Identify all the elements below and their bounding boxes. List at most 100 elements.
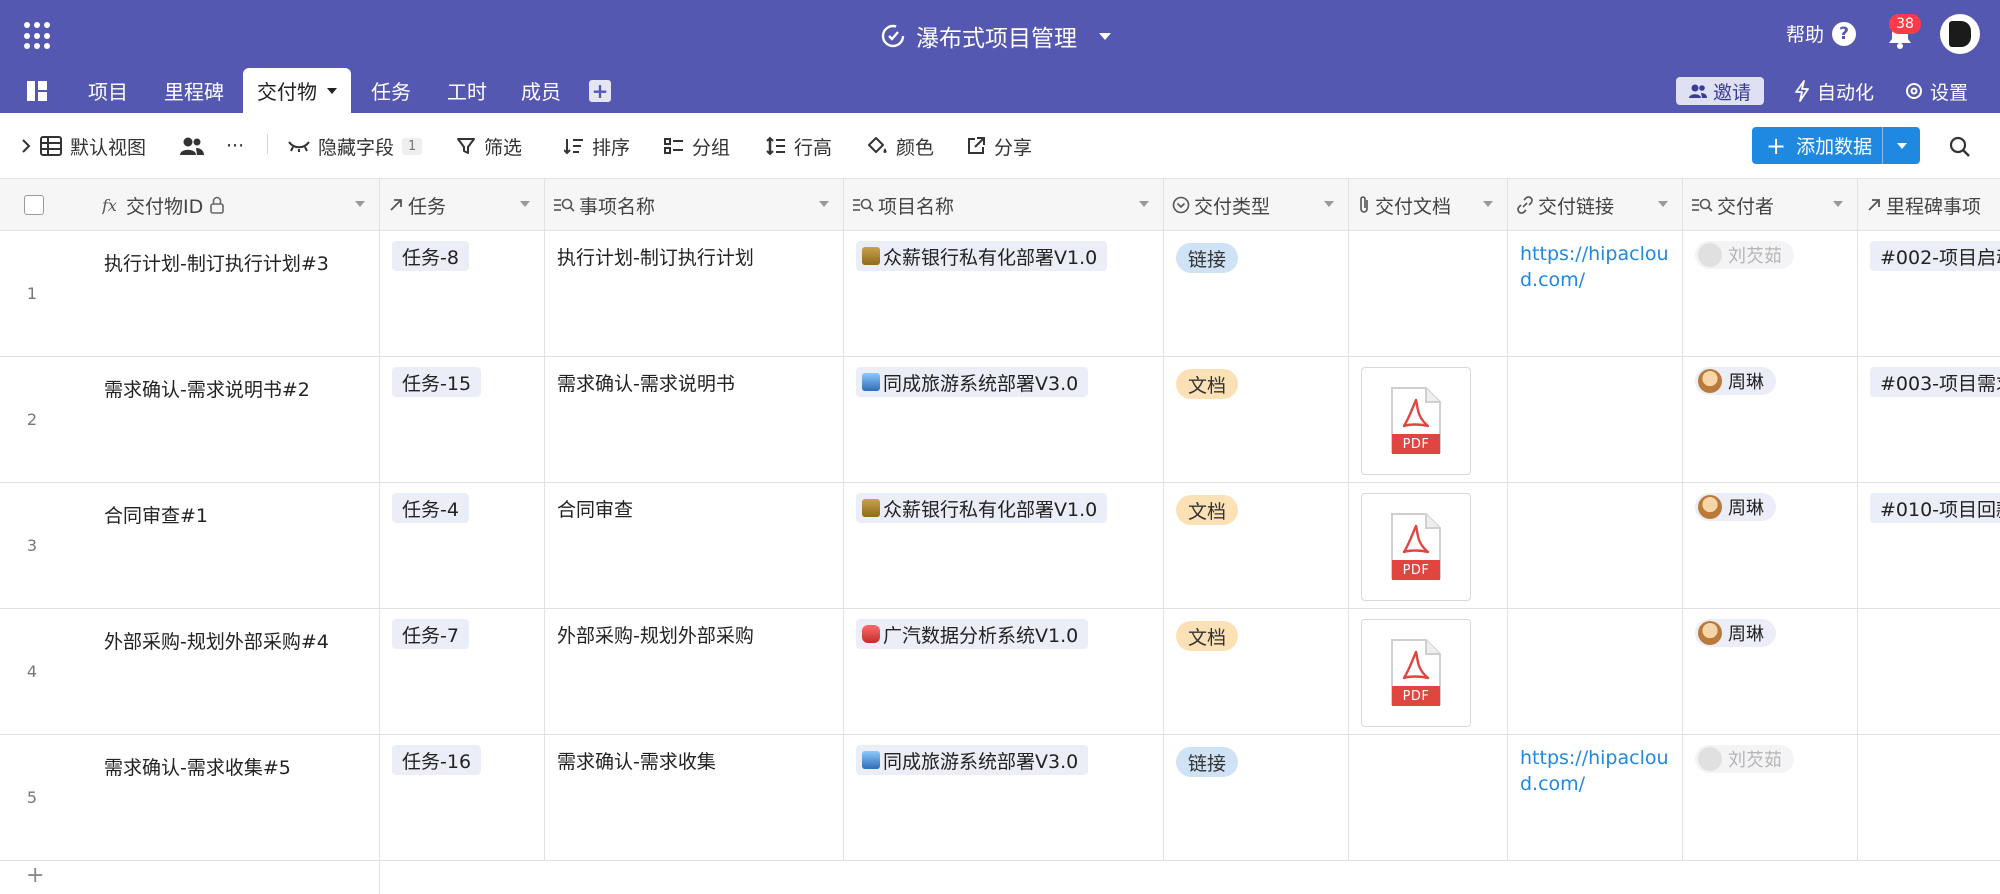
pdf-attachment[interactable]: PDF <box>1361 367 1471 475</box>
cell-deliverer[interactable]: 刘芡茹 <box>1683 735 1858 860</box>
cell-item-name[interactable]: 需求确认-需求说明书 <box>545 357 844 482</box>
cell-item-name[interactable]: 合同审查 <box>545 483 844 608</box>
person-chip[interactable]: 刘芡茹 <box>1695 745 1794 773</box>
cell-id[interactable]: 1 执行计划-制订执行计划#3 <box>0 231 380 356</box>
pdf-attachment[interactable]: PDF <box>1361 619 1471 727</box>
project-tag[interactable]: 同成旅游系统部署V3.0 <box>856 745 1089 775</box>
select-all-checkbox[interactable] <box>24 195 44 215</box>
table-row[interactable]: 1 执行计划-制订执行计划#3 任务-8 执行计划-制订执行计划 众薪银行私有化部署V1… <box>0 231 2000 357</box>
cell-delivery-doc[interactable]: PDF <box>1349 609 1508 734</box>
group-button[interactable]: 分组 <box>664 131 730 161</box>
column-menu-icon[interactable] <box>1483 201 1493 207</box>
cell-task[interactable]: 任务-7 <box>380 609 545 734</box>
cell-project-name[interactable]: 同成旅游系统部署V3.0 <box>844 357 1164 482</box>
cell-project-name[interactable]: 众薪银行私有化部署V1.0 <box>844 483 1164 608</box>
cell-project-name[interactable]: 同成旅游系统部署V3.0 <box>844 735 1164 860</box>
invite-button[interactable]: 邀请 <box>1676 77 1764 105</box>
search-icon[interactable] <box>1948 135 1972 159</box>
task-tag[interactable]: 任务-7 <box>392 619 469 649</box>
cell-project-name[interactable]: 广汽数据分析系统V1.0 <box>844 609 1164 734</box>
cell-id[interactable]: 5 需求确认-需求收集#5 <box>0 735 380 860</box>
row-height-button[interactable]: 行高 <box>766 131 832 161</box>
cell-delivery-link[interactable]: https://hipacloud.com/ <box>1508 231 1683 356</box>
cell-delivery-type[interactable]: 文档 <box>1164 357 1349 482</box>
color-button[interactable]: 颜色 <box>866 131 934 161</box>
tab-deliverables[interactable]: 交付物 <box>243 68 351 113</box>
column-header-delivery-type[interactable]: 交付类型 <box>1164 179 1349 231</box>
delivery-link[interactable]: https://hipacloud.com/ <box>1520 745 1670 797</box>
milestone-tag[interactable]: #010-项目回款 <box>1870 493 2000 523</box>
cell-item-name[interactable]: 外部采购-规划外部采购 <box>545 609 844 734</box>
cell-deliverer[interactable]: 周琳 <box>1683 357 1858 482</box>
column-menu-icon[interactable] <box>1139 201 1149 207</box>
filter-button[interactable]: 筛选 <box>456 131 522 161</box>
task-tag[interactable]: 任务-8 <box>392 241 469 271</box>
column-menu-icon[interactable] <box>1833 201 1843 207</box>
cell-milestone[interactable]: #002-项目启动 <box>1858 231 2000 356</box>
cell-delivery-link[interactable] <box>1508 609 1683 734</box>
add-data-dropdown[interactable] <box>1883 142 1920 149</box>
tab-tasks[interactable]: 任务 <box>356 68 426 113</box>
cell-item-name[interactable]: 执行计划-制订执行计划 <box>545 231 844 356</box>
table-row[interactable]: 3 合同审查#1 任务-4 合同审查 众薪银行私有化部署V1.0 文档 PDF 周琳 #010-… <box>0 483 2000 609</box>
collaborators-button[interactable] <box>180 131 212 161</box>
share-button[interactable]: 分享 <box>966 131 1032 161</box>
cell-delivery-type[interactable]: 链接 <box>1164 735 1349 860</box>
column-header-deliverer[interactable]: 交付者 <box>1683 179 1858 231</box>
cell-task[interactable]: 任务-8 <box>380 231 545 356</box>
cell-milestone[interactable]: #003-项目需求 <box>1858 357 2000 482</box>
user-avatar[interactable] <box>1940 14 1980 54</box>
task-tag[interactable]: 任务-15 <box>392 367 482 397</box>
cell-delivery-doc[interactable] <box>1349 231 1508 356</box>
column-header-milestone[interactable]: 里程碑事项 <box>1858 179 2000 231</box>
hide-fields-button[interactable]: 隐藏字段 1 <box>288 131 423 161</box>
column-header-task[interactable]: 任务 <box>380 179 545 231</box>
add-tab-button[interactable]: + <box>589 79 611 103</box>
cell-milestone[interactable] <box>1858 735 2000 860</box>
pdf-attachment[interactable]: PDF <box>1361 493 1471 601</box>
person-chip[interactable]: 刘芡茹 <box>1695 241 1794 269</box>
add-data-button[interactable]: + 添加数据 <box>1752 127 1920 164</box>
view-selector[interactable]: 默认视图 <box>20 131 146 161</box>
task-tag[interactable]: 任务-4 <box>392 493 469 523</box>
column-menu-icon[interactable] <box>355 201 365 207</box>
cell-milestone[interactable]: #010-项目回款 <box>1858 483 2000 608</box>
milestone-tag[interactable]: #003-项目需求 <box>1870 367 2000 397</box>
cell-task[interactable]: 任务-15 <box>380 357 545 482</box>
cell-delivery-link[interactable] <box>1508 357 1683 482</box>
cell-delivery-doc[interactable] <box>1349 735 1508 860</box>
cell-delivery-type[interactable]: 链接 <box>1164 231 1349 356</box>
tab-milestones[interactable]: 里程碑 <box>150 68 238 113</box>
cell-delivery-link[interactable] <box>1508 483 1683 608</box>
column-header-delivery-link[interactable]: 交付链接 <box>1508 179 1683 231</box>
apps-grid-icon[interactable] <box>24 22 52 50</box>
column-header-delivery-doc[interactable]: 交付文档 <box>1349 179 1508 231</box>
person-chip[interactable]: 周琳 <box>1695 619 1776 647</box>
cell-delivery-doc[interactable]: PDF <box>1349 483 1508 608</box>
cell-item-name[interactable]: 需求确认-需求收集 <box>545 735 844 860</box>
project-tag[interactable]: 众薪银行私有化部署V1.0 <box>856 241 1108 271</box>
column-menu-icon[interactable] <box>520 201 530 207</box>
person-chip[interactable]: 周琳 <box>1695 493 1776 521</box>
task-tag[interactable]: 任务-16 <box>392 745 482 775</box>
app-title-dropdown[interactable]: 瀑布式项目管理 <box>880 18 1111 54</box>
sort-button[interactable]: 排序 <box>564 131 630 161</box>
cell-deliverer[interactable]: 刘芡茹 <box>1683 231 1858 356</box>
cell-milestone[interactable] <box>1858 609 2000 734</box>
project-tag[interactable]: 同成旅游系统部署V3.0 <box>856 367 1089 397</box>
cell-id[interactable]: 2 需求确认-需求说明书#2 <box>0 357 380 482</box>
automation-button[interactable]: 自动化 <box>1793 77 1874 105</box>
cell-delivery-link[interactable]: https://hipacloud.com/ <box>1508 735 1683 860</box>
cell-task[interactable]: 任务-16 <box>380 735 545 860</box>
table-row[interactable]: 4 外部采购-规划外部采购#4 任务-7 外部采购-规划外部采购 广汽数据分析系统V1.… <box>0 609 2000 735</box>
cell-task[interactable]: 任务-4 <box>380 483 545 608</box>
milestone-tag[interactable]: #002-项目启动 <box>1870 241 2000 271</box>
cell-id[interactable]: 3 合同审查#1 <box>0 483 380 608</box>
column-menu-icon[interactable] <box>819 201 829 207</box>
more-options-button[interactable]: ··· <box>226 131 244 161</box>
column-header-project-name[interactable]: 项目名称 <box>844 179 1164 231</box>
delivery-link[interactable]: https://hipacloud.com/ <box>1520 241 1670 293</box>
column-menu-icon[interactable] <box>1324 201 1334 207</box>
settings-button[interactable]: 设置 <box>1904 77 1968 105</box>
add-data-main[interactable]: + 添加数据 <box>1752 132 1882 159</box>
